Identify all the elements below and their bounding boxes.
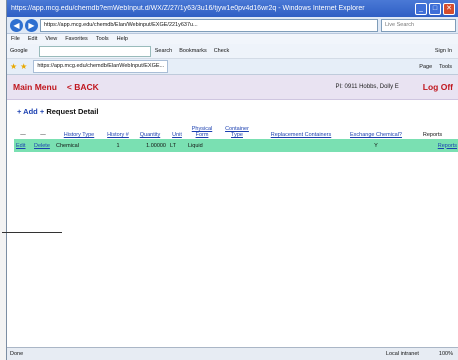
search-input[interactable]: Live Search: [381, 18, 456, 32]
title-bar: https://app.mcg.edu/chemdb?emWebInput.d/…: [7, 0, 458, 17]
browser-window: https://app.mcg.edu/chemdb?emWebInput.d/…: [6, 0, 458, 360]
check-button[interactable]: Check: [214, 48, 230, 54]
table-header-row: — — History Type History # Quantity Unit…: [14, 120, 458, 139]
page-title: + Add + Request Detail: [7, 100, 458, 120]
cell-replacement-containers: [256, 139, 346, 152]
cell-quantity: 1.00000: [132, 139, 168, 152]
google-toolbar: Google Search Bookmarks Check Sign In: [7, 44, 458, 59]
tools-menu[interactable]: Tools: [439, 64, 452, 70]
cell-unit: LT: [168, 139, 186, 152]
col-header-delete: —: [40, 132, 46, 138]
delete-link[interactable]: Delete: [34, 143, 50, 149]
menu-help[interactable]: Help: [117, 36, 128, 42]
col-header-edit: —: [20, 132, 26, 138]
window-title: https://app.mcg.edu/chemdb?emWebInput.d/…: [11, 5, 365, 12]
zoom-level[interactable]: 100%: [439, 351, 453, 357]
google-search-button[interactable]: Search: [155, 48, 172, 54]
col-header-physical-form[interactable]: Physical Form: [186, 120, 218, 139]
col-header-replacement-containers[interactable]: Replacement Containers: [256, 120, 346, 139]
menu-file[interactable]: File: [11, 36, 20, 42]
page-menu[interactable]: Page: [419, 64, 432, 70]
address-input[interactable]: https://app.mcg.edu/chemdb/Elan/Webinput…: [40, 18, 378, 32]
forward-arrow-icon[interactable]: ▶: [25, 18, 38, 32]
menu-tools[interactable]: Tools: [96, 36, 109, 42]
bookmarks-button[interactable]: Bookmarks: [179, 48, 207, 54]
col-header-reports: Reports: [422, 132, 443, 138]
sign-in-button[interactable]: Sign In: [435, 48, 452, 54]
security-zone: Local intranet: [385, 351, 419, 357]
main-menu-link[interactable]: Main Menu: [13, 82, 57, 92]
add-favorite-icon[interactable]: ★: [20, 62, 27, 71]
reports-link[interactable]: Reports: [438, 143, 457, 149]
cell-history-type: Chemical: [54, 139, 104, 152]
menu-edit[interactable]: Edit: [28, 36, 37, 42]
address-bar: ◀ ▶ https://app.mcg.edu/chemdb/Elan/Webi…: [7, 17, 458, 34]
col-header-container-type[interactable]: Container Type: [218, 120, 256, 139]
col-header-quantity[interactable]: Quantity: [132, 120, 168, 139]
page-content: Main Menu < BACK PI: 0911 Hobbs, Dolly E…: [7, 75, 458, 325]
back-link[interactable]: < BACK: [67, 82, 99, 92]
menu-bar: File Edit View Favorites Tools Help: [7, 34, 458, 44]
maximize-button[interactable]: □: [429, 2, 441, 15]
minimize-button[interactable]: _: [415, 2, 427, 15]
cell-history-number: 1: [104, 139, 132, 152]
user-info: PI: 0911 Hobbs, Dolly E: [335, 84, 399, 90]
col-header-history-number[interactable]: History #: [104, 120, 132, 139]
google-logo: Google: [10, 48, 28, 54]
favorites-star-icon[interactable]: ★: [10, 62, 17, 71]
menu-favorites[interactable]: Favorites: [65, 36, 88, 42]
status-bar: Done Local intranet 100%: [7, 347, 458, 360]
status-text: Done: [10, 351, 24, 357]
browser-tab[interactable]: https://app.mcg.edu/chemdb/ElanWebInput/…: [33, 60, 169, 73]
log-off-link[interactable]: Log Off: [423, 82, 453, 92]
add-link[interactable]: + Add +: [17, 107, 44, 116]
close-button[interactable]: ✕: [443, 2, 455, 15]
col-header-exchange-chemical[interactable]: Exchange Chemical?: [346, 120, 406, 139]
cell-exchange-chemical: Y: [346, 139, 406, 152]
cell-physical-form: Liquid: [186, 139, 218, 152]
pointer-line: [2, 232, 62, 233]
page-title-text: Request Detail: [46, 107, 99, 116]
edit-link[interactable]: Edit: [16, 143, 25, 149]
col-header-unit[interactable]: Unit: [168, 120, 186, 139]
back-arrow-icon[interactable]: ◀: [10, 18, 23, 32]
menu-view[interactable]: View: [45, 36, 57, 42]
app-header: Main Menu < BACK PI: 0911 Hobbs, Dolly E…: [7, 75, 458, 100]
request-detail-table: — — History Type History # Quantity Unit…: [14, 120, 458, 152]
col-header-history-type[interactable]: History Type: [54, 120, 104, 139]
tab-bar: ★ ★ https://app.mcg.edu/chemdb/ElanWebIn…: [7, 59, 458, 75]
table-row: Edit Delete Chemical 1 1.00000 LT Liquid…: [14, 139, 458, 152]
google-search-input[interactable]: [38, 45, 151, 57]
cell-container-type: [218, 139, 256, 152]
